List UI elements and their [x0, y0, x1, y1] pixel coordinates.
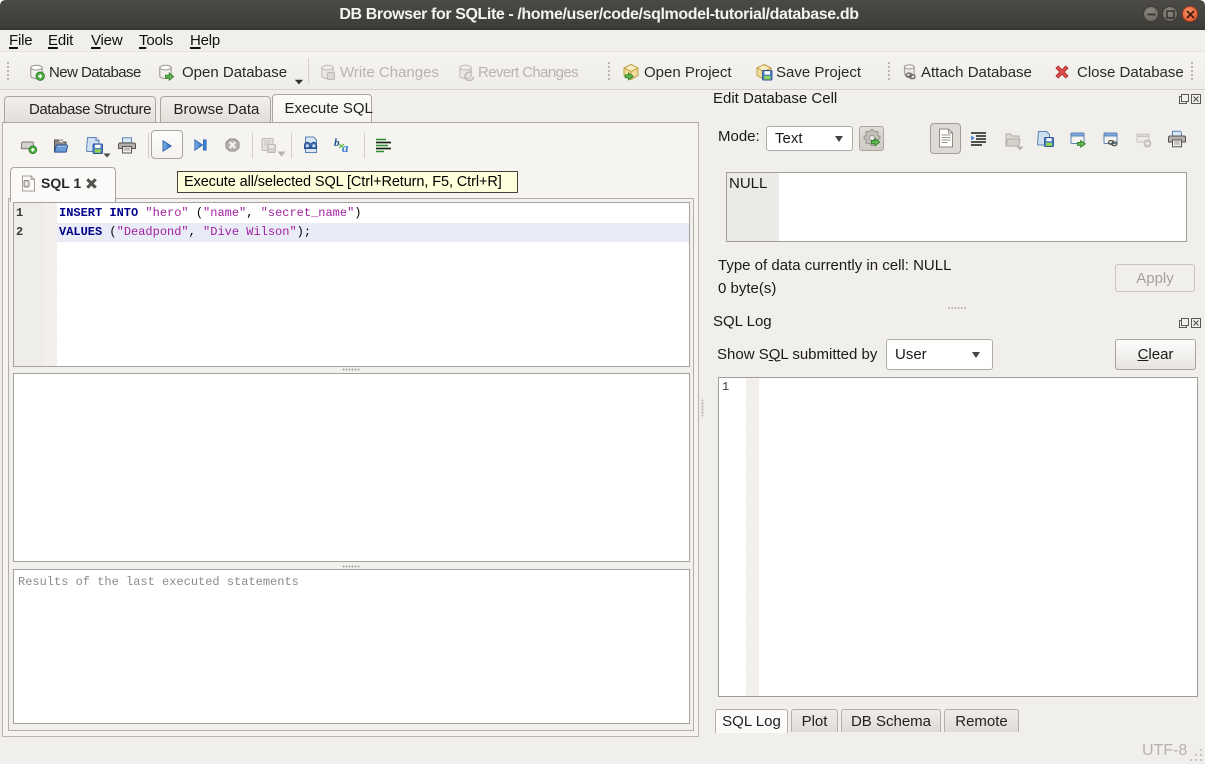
svg-text:b: b — [334, 137, 340, 149]
